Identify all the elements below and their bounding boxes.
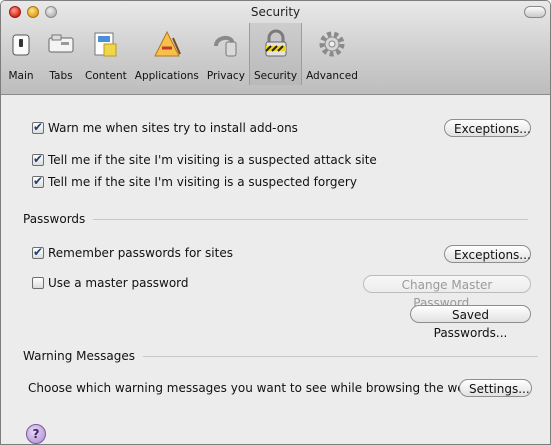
tabs-icon — [48, 34, 74, 53]
tab-security-label: Security — [253, 70, 298, 82]
title-bar: Security Main Tabs Content Applications … — [1, 1, 550, 95]
attack-site-row[interactable]: Tell me if the site I'm visiting is a su… — [32, 152, 377, 167]
warnings-description: Choose which warning messages you want t… — [28, 381, 473, 395]
applications-icon — [154, 30, 181, 57]
tab-main-label: Main — [8, 70, 34, 82]
security-pane: Warn me when sites try to install add-on… — [1, 95, 550, 444]
tab-tabs-label: Tabs — [49, 70, 73, 82]
toolbar-toggle-button[interactable] — [524, 6, 546, 18]
master-password-label: Use a master password — [48, 276, 189, 290]
remember-passwords-checkbox[interactable] — [32, 245, 44, 259]
attack-site-checkbox[interactable] — [32, 152, 44, 166]
master-password-row[interactable]: Use a master password — [32, 276, 189, 290]
privacy-key-icon — [213, 35, 237, 57]
tab-applications-label: Applications — [134, 70, 199, 82]
content-icon — [94, 32, 117, 57]
change-master-password-button[interactable]: Change Master Password... — [363, 275, 531, 310]
security-lock-icon — [264, 29, 286, 57]
section-divider — [93, 218, 529, 220]
passwords-heading: Passwords — [23, 212, 86, 226]
preferences-window: Security Main Tabs Content Applications … — [0, 0, 551, 445]
tab-privacy[interactable]: Privacy — [203, 23, 249, 85]
tab-main[interactable]: Main — [1, 23, 41, 85]
forgery-checkbox[interactable] — [32, 174, 44, 188]
tab-applications[interactable]: Applications — [131, 23, 203, 85]
addons-exceptions-button[interactable]: Exceptions... — [444, 119, 531, 137]
warn-addons-checkbox[interactable] — [32, 120, 44, 134]
gear-icon — [319, 31, 345, 57]
tab-content-label: Content — [85, 70, 127, 82]
tab-advanced[interactable]: Advanced — [302, 23, 362, 85]
tab-privacy-label: Privacy — [206, 70, 245, 82]
tab-security[interactable]: Security — [248, 23, 303, 85]
remember-passwords-label: Remember passwords for sites — [48, 246, 233, 260]
section-divider — [143, 355, 538, 357]
switch-icon — [12, 34, 30, 56]
remember-passwords-row[interactable]: Remember passwords for sites — [32, 245, 233, 260]
warn-addons-label: Warn me when sites try to install add-on… — [48, 121, 298, 135]
tab-tabs[interactable]: Tabs — [41, 23, 81, 85]
forgery-row[interactable]: Tell me if the site I'm visiting is a su… — [32, 174, 357, 189]
passwords-section-header: Passwords — [23, 212, 529, 226]
warnings-section-header: Warning Messages — [23, 349, 538, 363]
saved-passwords-button[interactable]: Saved Passwords... — [410, 305, 531, 340]
warnings-heading: Warning Messages — [23, 349, 135, 363]
warn-addons-row[interactable]: Warn me when sites try to install add-on… — [32, 120, 298, 135]
preferences-toolbar: Main Tabs Content Applications Privacy S… — [1, 23, 362, 85]
tab-content[interactable]: Content — [81, 23, 131, 85]
help-button[interactable]: ? — [26, 424, 46, 444]
passwords-exceptions-button[interactable]: Exceptions... — [444, 245, 531, 263]
warning-settings-button[interactable]: Settings... — [459, 379, 532, 397]
master-password-checkbox[interactable] — [32, 277, 44, 289]
tab-advanced-label: Advanced — [306, 70, 358, 82]
forgery-label: Tell me if the site I'm visiting is a su… — [48, 175, 357, 189]
attack-site-label: Tell me if the site I'm visiting is a su… — [48, 153, 377, 167]
window-title: Security — [250, 5, 301, 19]
